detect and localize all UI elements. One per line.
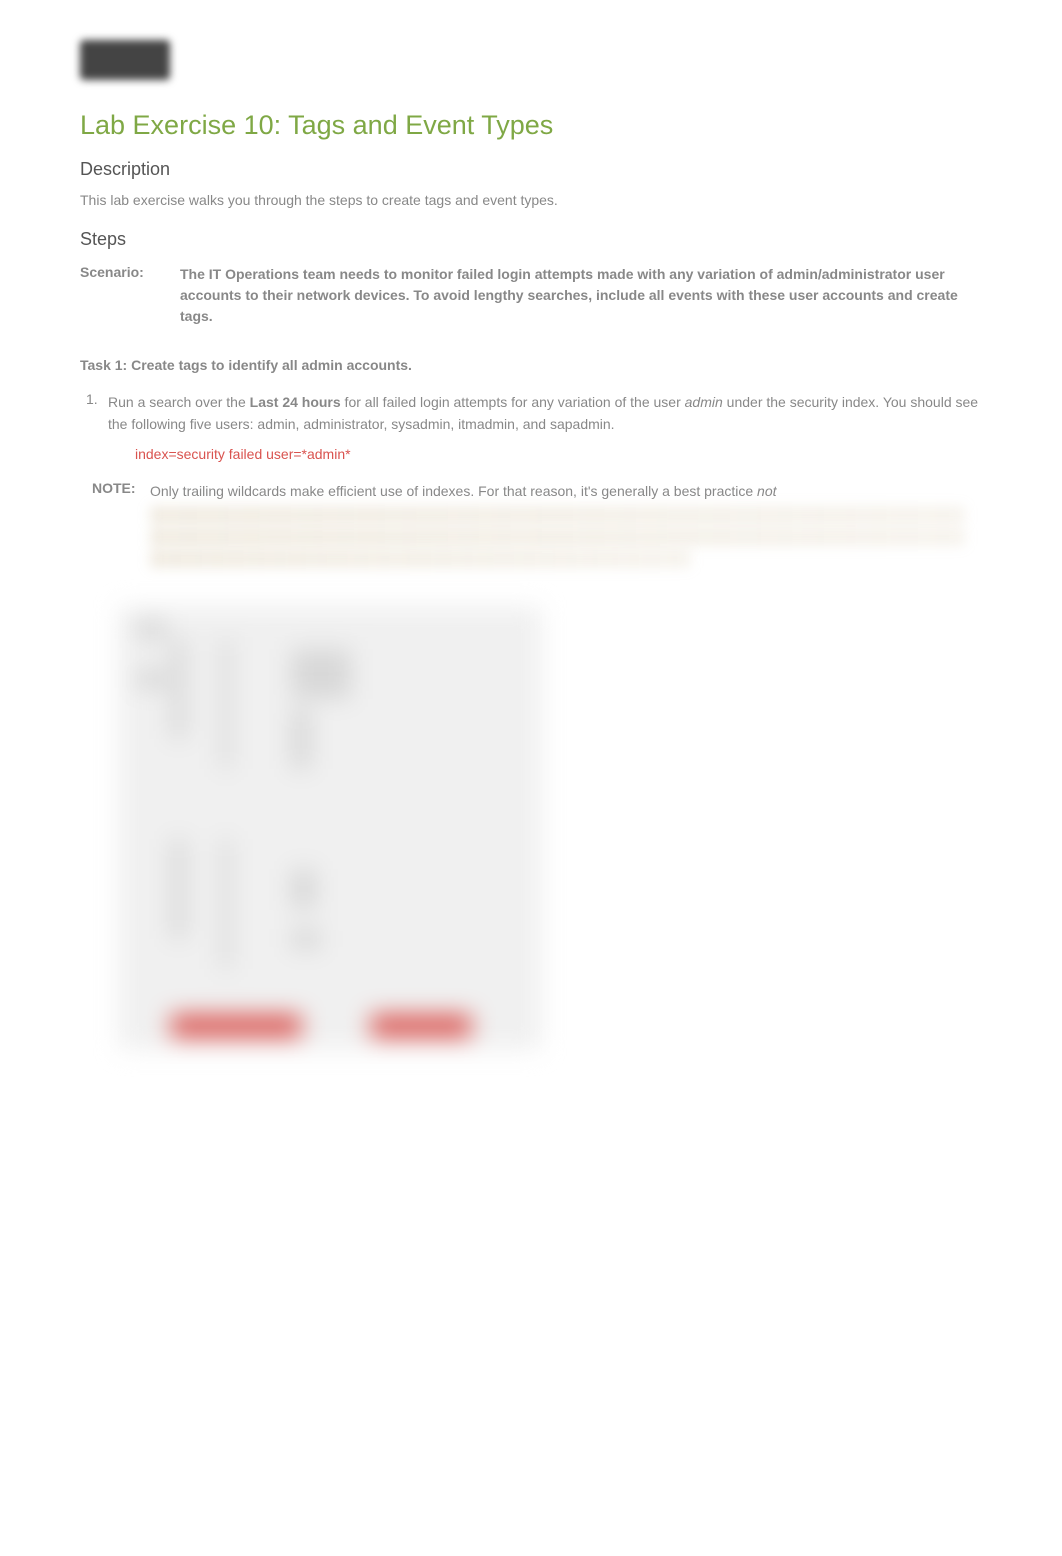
blurred-text-line <box>150 550 691 568</box>
scenario-text: The IT Operations team needs to monitor … <box>180 264 982 327</box>
note-label: NOTE: <box>80 480 150 568</box>
item-text: Run a search over the Last 24 hours for … <box>108 391 982 436</box>
blurred-text-line <box>150 506 965 524</box>
item-number: 1. <box>80 391 108 436</box>
description-text: This lab exercise walks you through the … <box>80 190 982 211</box>
scenario-label: Scenario: <box>80 264 180 327</box>
blurred-screenshot <box>120 608 540 1048</box>
note-block: NOTE: Only trailing wildcards make effic… <box>80 480 982 568</box>
task1-item1: 1. Run a search over the Last 24 hours f… <box>80 391 982 436</box>
page-title: Lab Exercise 10: Tags and Event Types <box>80 110 982 141</box>
note-prefix: Only trailing wildcards make efficient u… <box>150 483 757 499</box>
note-text: Only trailing wildcards make efficient u… <box>150 480 982 568</box>
note-italic: not <box>757 483 776 499</box>
code-line: index=security failed user=*admin* <box>135 446 982 462</box>
item-italic: admin <box>685 394 723 410</box>
scenario-block: Scenario: The IT Operations team needs t… <box>80 264 982 327</box>
description-heading: Description <box>80 159 982 180</box>
logo-blurred <box>80 40 170 80</box>
item-mid: for all failed login attempts for any va… <box>341 394 685 410</box>
blurred-text-line <box>150 528 965 546</box>
item-prefix: Run a search over the <box>108 394 250 410</box>
task1-heading: Task 1: Create tags to identify all admi… <box>80 357 982 373</box>
steps-heading: Steps <box>80 229 982 250</box>
item-bold: Last 24 hours <box>250 394 341 410</box>
